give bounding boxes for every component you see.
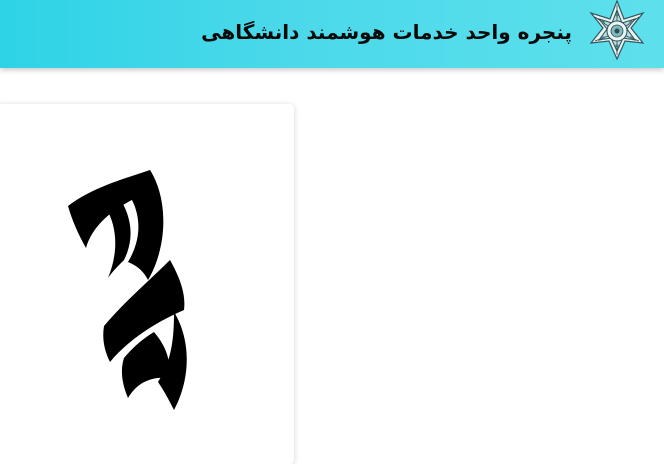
top-header: پنجره واحد خدمات هوشمند دانشگاهی xyxy=(0,0,664,68)
page-title: پنجره واحد خدمات هوشمند دانشگاهی xyxy=(201,20,572,44)
ornament-star-icon[interactable] xyxy=(586,0,648,62)
university-calligraphy-logo-icon xyxy=(62,162,202,430)
